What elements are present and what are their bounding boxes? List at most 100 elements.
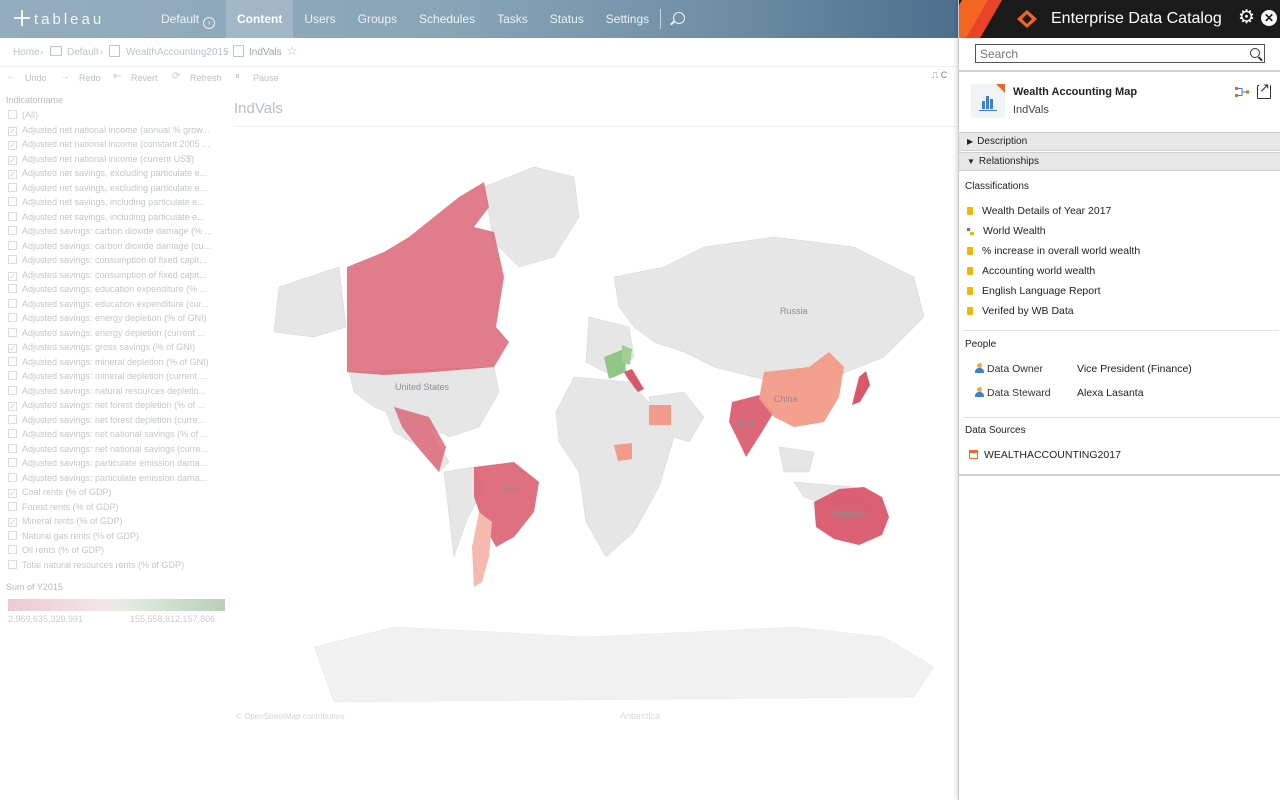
filter-item[interactable]: Natural gas rents (% of GDP) xyxy=(8,530,226,545)
checkbox-checked-icon[interactable]: ✓ xyxy=(8,402,17,411)
breadcrumb-project[interactable]: Default xyxy=(67,47,99,58)
checkbox-icon[interactable] xyxy=(8,197,17,206)
site-selector[interactable]: Default › xyxy=(161,12,216,29)
checkbox-icon[interactable] xyxy=(8,530,17,540)
undo-button[interactable]: Undo xyxy=(25,73,47,83)
filter-item[interactable]: Total natural resources rents (% of GDP) xyxy=(8,559,226,574)
checkbox-icon[interactable] xyxy=(8,472,17,482)
filter-item[interactable]: Adjusted savings: net forest depletion (… xyxy=(8,414,226,429)
tab-tasks[interactable]: Tasks xyxy=(486,0,539,38)
country-canada[interactable] xyxy=(347,182,509,375)
filter-item[interactable]: Adjusted savings: net national savings (… xyxy=(8,443,226,458)
tab-settings[interactable]: Settings xyxy=(595,0,660,38)
filter-item[interactable]: ✓ Mineral rents (% of GDP) xyxy=(8,516,226,530)
person-name[interactable]: Vice President (Finance) xyxy=(1077,363,1192,375)
checkbox-icon[interactable] xyxy=(8,211,17,221)
pause-button[interactable]: Pause xyxy=(253,73,279,83)
relationships-section-header[interactable]: ▼ Relationships xyxy=(959,152,1280,171)
filter-item[interactable]: Adjusted savings: carbon dioxide damage … xyxy=(8,226,226,240)
checkbox-icon[interactable] xyxy=(8,356,17,366)
lineage-icon[interactable] xyxy=(1235,86,1249,98)
classification-item[interactable]: Wealth Details of Year 2017 xyxy=(967,205,1111,219)
refresh-button[interactable]: Refresh xyxy=(190,73,222,83)
filter-item[interactable]: (All) xyxy=(8,110,226,124)
filter-item[interactable]: Adjusted net savings, including particul… xyxy=(8,197,226,211)
filter-item[interactable]: ✓ Adjusted savings: gross savings (% of G… xyxy=(8,342,226,356)
checkbox-icon[interactable] xyxy=(8,255,17,264)
checkbox-checked-icon[interactable]: ✓ xyxy=(8,489,17,498)
checkbox-icon[interactable] xyxy=(8,501,17,511)
favorite-star-icon[interactable]: ☆ xyxy=(286,43,298,59)
data-source-item[interactable]: WEALTHACCOUNTING2017 xyxy=(969,449,1121,461)
close-icon[interactable]: ✕ xyxy=(1261,10,1277,26)
checkbox-checked-icon[interactable]: ✓ xyxy=(8,170,17,179)
checkbox-checked-icon[interactable]: ✓ xyxy=(8,518,17,527)
filter-item[interactable]: ✓ Adjusted savings: net forest depletion … xyxy=(8,400,226,414)
filter-item[interactable]: Adjusted net savings, including particul… xyxy=(8,211,226,226)
checkbox-icon[interactable] xyxy=(8,298,17,308)
map-credit[interactable]: © OpenStreetMap contributors xyxy=(236,712,345,721)
tab-users[interactable]: Users xyxy=(293,0,346,38)
checkbox-checked-icon[interactable]: ✓ xyxy=(8,344,17,353)
checkbox-icon[interactable] xyxy=(8,429,17,438)
checkbox-icon[interactable] xyxy=(8,182,17,192)
filter-item[interactable]: Adjusted savings: energy depletion (curr… xyxy=(8,327,226,342)
checkbox-icon[interactable] xyxy=(8,240,17,250)
classification-item[interactable]: World Wealth xyxy=(967,225,1046,239)
filter-item[interactable]: ✓ Coal rents (% of GDP) xyxy=(8,487,226,501)
redo-button[interactable]: Redo xyxy=(79,73,101,83)
country-egypt[interactable] xyxy=(649,405,671,425)
filter-item[interactable]: Adjusted savings: natural resources depl… xyxy=(8,385,226,400)
tableau-logo[interactable]: tableau xyxy=(14,10,104,28)
classification-item[interactable]: % increase in overall world wealth xyxy=(967,245,1140,259)
checkbox-icon[interactable] xyxy=(8,385,17,395)
search-input[interactable] xyxy=(980,46,1242,61)
search-icon[interactable] xyxy=(1250,48,1260,58)
checkbox-icon[interactable] xyxy=(8,371,17,380)
filter-item[interactable]: Adjusted savings: net national savings (… xyxy=(8,429,226,443)
filter-item[interactable]: Adjusted savings: education expenditure … xyxy=(8,298,226,313)
checkbox-checked-icon[interactable]: ✓ xyxy=(8,155,17,165)
country-argentina[interactable] xyxy=(472,512,492,587)
filter-item[interactable]: ✓ Adjusted net national income (constant … xyxy=(8,139,226,153)
checkbox-icon[interactable] xyxy=(8,545,17,554)
revert-button[interactable]: Revert xyxy=(131,73,158,83)
tab-schedules[interactable]: Schedules xyxy=(408,0,486,38)
checkbox-checked-icon[interactable]: ✓ xyxy=(8,141,17,150)
checkbox-checked-icon[interactable]: ✓ xyxy=(8,126,17,136)
filter-item[interactable]: Adjusted savings: particulate emission d… xyxy=(8,472,226,487)
classification-item[interactable]: English Language Report xyxy=(967,285,1101,299)
checkbox-icon[interactable] xyxy=(8,284,17,293)
checkbox-icon[interactable] xyxy=(8,110,17,119)
filter-item[interactable]: Adjusted net savings, excluding particul… xyxy=(8,182,226,197)
filter-item[interactable]: Forest rents (% of GDP) xyxy=(8,501,226,516)
asset-name[interactable]: Wealth Accounting Map xyxy=(1013,86,1137,98)
tab-groups[interactable]: Groups xyxy=(347,0,408,38)
breadcrumb-workbook[interactable]: WealthAccounting2015 xyxy=(126,47,229,58)
filter-item[interactable]: Adjusted savings: mineral depletion (cur… xyxy=(8,371,226,385)
filter-item[interactable]: Oil rents (% of GDP) xyxy=(8,545,226,559)
filter-item[interactable]: ✓ Adjusted net national income (annual % … xyxy=(8,125,226,139)
checkbox-icon[interactable] xyxy=(8,313,17,322)
tab-status[interactable]: Status xyxy=(539,0,595,38)
filter-item[interactable]: ✓ Adjusted net savings, excluding particu… xyxy=(8,168,226,182)
checkbox-icon[interactable] xyxy=(8,443,17,453)
checkbox-icon[interactable] xyxy=(8,458,17,467)
person-name[interactable]: Alexa Lasanta xyxy=(1077,387,1144,399)
checkbox-icon[interactable] xyxy=(8,226,17,235)
filter-item[interactable]: Adjusted savings: particulate emission d… xyxy=(8,458,226,472)
filter-item[interactable]: Adjusted savings: mineral depletion (% o… xyxy=(8,356,226,371)
checkbox-checked-icon[interactable]: ✓ xyxy=(8,271,17,281)
checkbox-icon[interactable] xyxy=(8,559,17,569)
classification-item[interactable]: Accounting world wealth xyxy=(967,265,1095,279)
open-external-icon[interactable] xyxy=(1257,81,1271,99)
checkbox-icon[interactable] xyxy=(8,414,17,424)
filter-item[interactable]: Adjusted savings: energy depletion (% of… xyxy=(8,313,226,327)
breadcrumb-home[interactable]: Home xyxy=(13,47,40,58)
world-map[interactable]: Russia United States China India Brazil … xyxy=(234,127,958,721)
edc-search-box[interactable] xyxy=(975,44,1265,63)
tab-content[interactable]: Content xyxy=(226,0,294,38)
country-japan[interactable] xyxy=(852,371,870,405)
filter-item[interactable]: Adjusted savings: education expenditure … xyxy=(8,284,226,298)
filter-item[interactable]: ✓ Adjusted savings: consumption of fixed … xyxy=(8,270,226,284)
